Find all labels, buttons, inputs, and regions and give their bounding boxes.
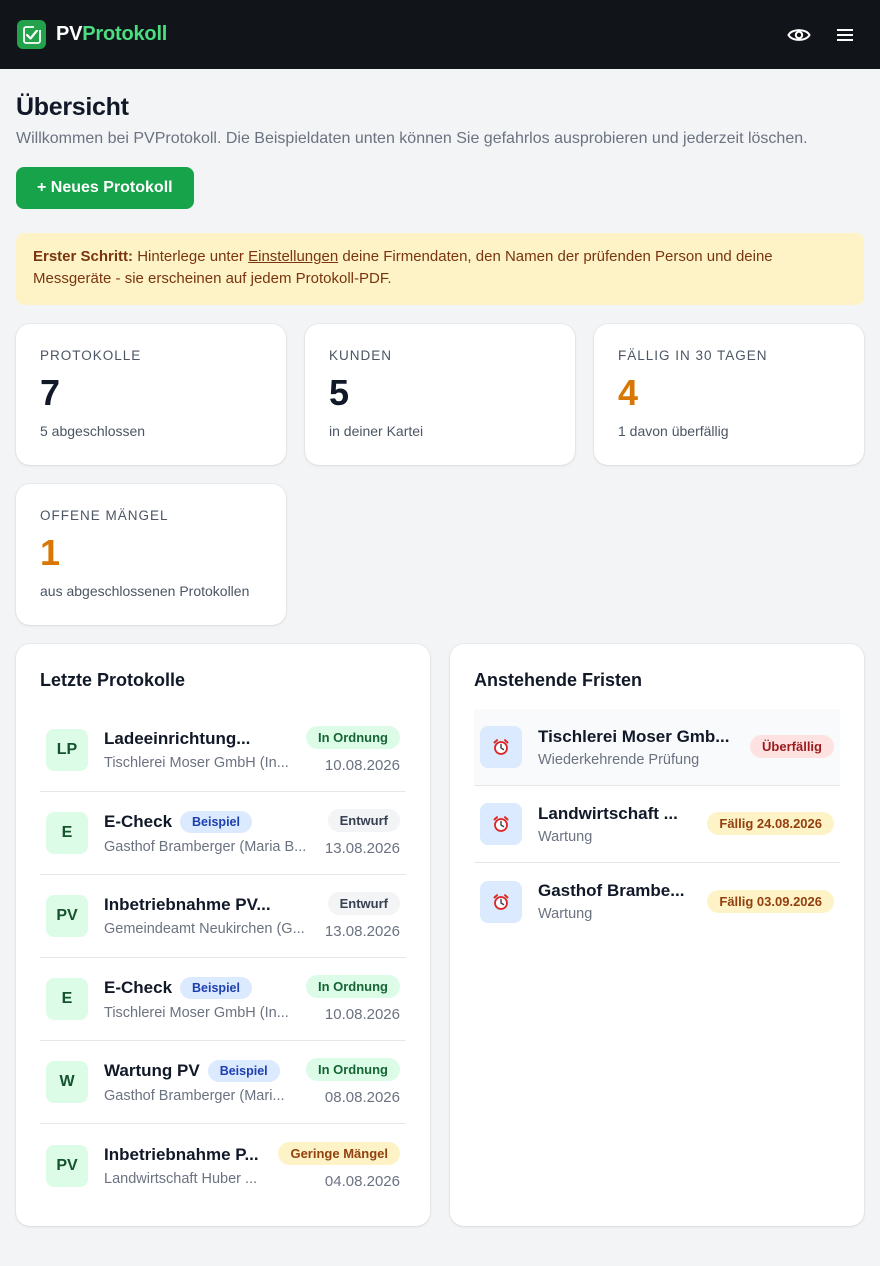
example-tag: Beispiel	[180, 977, 252, 999]
stat-card-kunden: Kunden 5 in deiner Kartei	[305, 324, 575, 465]
protocol-row[interactable]: E E-Check Beispiel Gasthof Bramberger (Ma…	[40, 792, 406, 875]
protocol-customer: Gasthof Bramberger (Maria B...	[104, 839, 307, 855]
brand-name: PVProtokoll	[56, 23, 168, 45]
stat-label: Fällig in 30 Tagen	[618, 348, 768, 363]
stat-value: 7	[40, 372, 61, 413]
protocol-type-avatar: PV	[46, 895, 88, 937]
stats-grid: Protokolle 7 5 abgeschlossen Kunden 5 in…	[16, 324, 864, 625]
status-badge: Entwurf	[327, 892, 400, 915]
hamburger-menu-icon[interactable]	[833, 23, 857, 47]
recent-protocols-panel: Letzte Protokolle LP Ladeeinrichtung... …	[16, 644, 430, 1226]
deadline-status-badge: Überfällig	[750, 735, 834, 758]
status-badge: In Ordnung	[305, 975, 400, 998]
protocol-title: Inbetriebnahme P...	[104, 1144, 259, 1164]
deadline-type: Wartung	[538, 828, 593, 845]
deadline-row[interactable]: Gasthof Brambe... Wartung Fällig 03.09.2…	[474, 863, 840, 940]
protocol-date: 13.08.2026	[324, 923, 400, 940]
protocol-row[interactable]: PV Inbetriebnahme PV... Gemeindeamt Neuk…	[40, 875, 406, 958]
protocol-date: 13.08.2026	[324, 840, 400, 857]
notice-text: Hinterlege unter	[133, 248, 249, 265]
alarm-clock-icon	[480, 726, 522, 768]
notice-strong: Erster Schritt:	[33, 248, 134, 265]
protocol-date: 08.08.2026	[324, 1089, 400, 1106]
protocol-row[interactable]: E E-Check Beispiel Tischlerei Moser GmbH …	[40, 958, 406, 1041]
protocol-date: 10.08.2026	[324, 1006, 400, 1023]
deadlines-list: Tischlerei Moser Gmb... Wiederkehrende P…	[474, 709, 840, 940]
alarm-clock-icon	[480, 880, 522, 923]
protocol-title: E-Check	[104, 978, 173, 997]
top-navbar: PVProtokoll	[0, 0, 880, 69]
protocol-type-avatar: E	[46, 812, 88, 854]
protocol-title: E-Check	[104, 812, 173, 831]
protocol-type-avatar: PV	[46, 1144, 88, 1187]
protocol-date: 04.08.2026	[324, 1172, 400, 1190]
stat-value: 5	[329, 372, 350, 413]
stat-note: 1 davon überfällig	[618, 423, 729, 439]
stat-value: 1	[40, 532, 61, 573]
protocol-type-avatar: LP	[46, 729, 88, 771]
new-protocol-button[interactable]: + Neues Protokoll	[16, 167, 194, 209]
status-badge: Geringe Mängel	[278, 1141, 400, 1165]
recent-protocols-list: LP Ladeeinrichtung... Tischlerei Moser G…	[40, 709, 406, 1207]
deadlines-panel: Anstehende Fristen Tischlerei Moser Gmb.…	[450, 644, 864, 1226]
example-tag: Beispiel	[207, 1060, 280, 1082]
protocol-type-avatar: E	[46, 978, 88, 1020]
stat-value: 4	[618, 372, 639, 413]
protocol-row[interactable]: LP Ladeeinrichtung... Tischlerei Moser G…	[40, 709, 406, 792]
stat-label: Kunden	[329, 348, 393, 363]
protocol-date: 10.08.2026	[324, 757, 400, 774]
stat-note: aus abgeschlossenen Protokollen	[40, 583, 250, 599]
page-title: Übersicht	[16, 93, 129, 121]
stat-note: in deiner Kartei	[329, 423, 424, 439]
deadline-customer: Landwirtschaft ...	[538, 803, 678, 823]
protocol-customer: Tischlerei Moser GmbH (In...	[104, 1005, 289, 1021]
stat-label: Protokolle	[40, 348, 142, 363]
stat-note: 5 abgeschlossen	[40, 423, 146, 439]
settings-link[interactable]: Einstellungen	[248, 248, 338, 265]
stat-card-faellig: Fällig in 30 Tagen 4 1 davon überfällig	[594, 324, 864, 465]
dashboard: Übersicht Willkommen bei PVProtokoll. Di…	[0, 69, 880, 1226]
checklist-logo-icon	[17, 20, 46, 49]
deadline-type: Wartung	[538, 906, 593, 922]
status-badge: Entwurf	[327, 809, 400, 832]
status-badge: In Ordnung	[305, 726, 400, 749]
protocol-customer: Tischlerei Moser GmbH (In...	[104, 755, 289, 771]
panel-title: Letzte Protokolle	[40, 670, 186, 690]
deadline-row[interactable]: Landwirtschaft ... Wartung Fällig 24.08.…	[474, 786, 840, 863]
deadline-customer: Gasthof Brambe...	[538, 881, 685, 900]
setup-notice: Erster Schritt: Hinterlege unter Einstel…	[16, 233, 864, 305]
alarm-clock-icon	[480, 803, 522, 845]
protocol-customer: Gemeindeamt Neukirchen (G...	[104, 921, 305, 937]
protocol-row[interactable]: PV Inbetriebnahme P... Landwirtschaft Hu…	[40, 1124, 406, 1207]
stat-card-protokolle: Protokolle 7 5 abgeschlossen	[16, 324, 286, 465]
deadline-customer: Tischlerei Moser Gmb...	[538, 726, 730, 746]
panel-title: Anstehende Fristen	[474, 670, 643, 690]
page-subtitle: Willkommen bei PVProtokoll. Die Beispiel…	[16, 130, 808, 147]
protocol-title: Inbetriebnahme PV...	[104, 895, 271, 914]
eye-icon[interactable]	[787, 23, 811, 47]
deadline-type: Wiederkehrende Prüfung	[538, 751, 700, 768]
stat-card-maengel: Offene Mängel 1 aus abgeschlossenen Prot…	[16, 484, 286, 625]
protocol-customer: Landwirtschaft Huber ...	[104, 1170, 258, 1187]
protocol-title: Wartung PV	[104, 1061, 200, 1080]
protocol-row[interactable]: W Wartung PV Beispiel Gasthof Bramberger …	[40, 1041, 406, 1124]
protocol-customer: Gasthof Bramberger (Mari...	[104, 1088, 285, 1104]
protocol-title: Ladeeinrichtung...	[104, 729, 251, 748]
panels: Letzte Protokolle LP Ladeeinrichtung... …	[16, 644, 864, 1226]
example-tag: Beispiel	[180, 811, 252, 833]
protocol-type-avatar: W	[46, 1061, 88, 1103]
deadline-status-badge: Fällig 03.09.2026	[707, 889, 834, 913]
status-badge: In Ordnung	[305, 1058, 400, 1081]
brand[interactable]: PVProtokoll	[17, 20, 167, 49]
deadline-row[interactable]: Tischlerei Moser Gmb... Wiederkehrende P…	[474, 709, 840, 786]
deadline-status-badge: Fällig 24.08.2026	[707, 812, 834, 835]
stat-label: Offene Mängel	[40, 508, 169, 523]
